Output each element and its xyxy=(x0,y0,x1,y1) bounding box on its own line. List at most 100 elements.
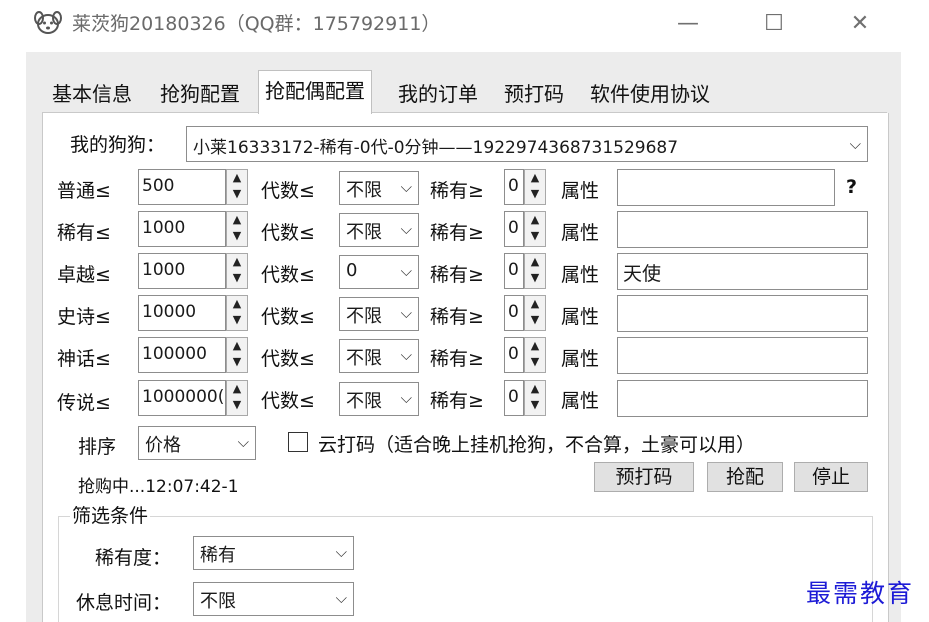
filter-rest-label: 休息时间： xyxy=(76,592,172,614)
attr-input-myth[interactable] xyxy=(617,337,868,374)
sort-label: 排序 xyxy=(78,436,117,458)
gen-label-myth: 代数≤ xyxy=(261,348,315,370)
price-spinner-common[interactable]: ▲ ▼ xyxy=(226,169,248,205)
filter-rest-select[interactable]: 不限 ⌵ xyxy=(193,582,354,616)
gen-select-myth[interactable]: 不限 ⌵ xyxy=(339,339,419,373)
grab-mate-button[interactable]: 抢配 xyxy=(707,462,783,492)
row-label-epic: 史诗≤ xyxy=(57,306,111,328)
row-label-excellent: 卓越≤ xyxy=(57,264,111,286)
rarity-spinner-rare[interactable]: ▲ ▼ xyxy=(524,211,546,247)
close-button[interactable]: ✕ xyxy=(840,8,880,40)
gen-select-rare[interactable]: 不限 ⌵ xyxy=(339,213,419,247)
rarity-input-rare[interactable]: 0 xyxy=(504,211,524,247)
rarity-label-legend: 稀有≥ xyxy=(430,390,484,412)
attr-input-rare[interactable] xyxy=(617,211,868,248)
price-spinner-legend[interactable]: ▲ ▼ xyxy=(226,380,248,416)
rarity-input-myth[interactable]: 0 xyxy=(504,337,524,373)
price-input-myth[interactable]: 100000 xyxy=(138,337,226,373)
price-input-common[interactable]: 500 xyxy=(138,169,226,205)
row-label-myth: 神话≤ xyxy=(57,348,111,370)
rarity-label-excellent: 稀有≥ xyxy=(430,264,484,286)
chevron-down-icon: ⌵ xyxy=(400,389,412,407)
dog-app-icon xyxy=(34,11,62,34)
rarity-spinner-myth[interactable]: ▲ ▼ xyxy=(524,337,546,373)
maximize-button[interactable]: ☐ xyxy=(754,8,794,40)
row-label-legend: 传说≤ xyxy=(57,392,111,414)
gen-select-epic[interactable]: 不限 ⌵ xyxy=(339,297,419,331)
chevron-down-icon: ⌵ xyxy=(849,135,861,153)
tab-software-agreement[interactable]: 软件使用协议 xyxy=(584,76,716,112)
gen-select-common[interactable]: 不限 ⌵ xyxy=(339,171,419,205)
my-dog-label: 我的狗狗： xyxy=(70,134,166,156)
price-input-rare[interactable]: 1000 xyxy=(138,211,226,247)
watermark: 最需教育 xyxy=(806,579,915,608)
gen-select-excellent[interactable]: 0 ⌵ xyxy=(339,255,419,289)
tab-pre-captcha[interactable]: 预打码 xyxy=(498,76,570,112)
attr-input-common[interactable] xyxy=(617,169,835,206)
tab-my-orders[interactable]: 我的订单 xyxy=(392,76,484,112)
attr-input-epic[interactable] xyxy=(617,295,868,332)
attr-label-legend: 属性 xyxy=(561,390,600,412)
attr-label-excellent: 属性 xyxy=(561,264,600,286)
gen-label-common: 代数≤ xyxy=(261,180,315,202)
cloud-captcha-checkbox[interactable] xyxy=(288,432,308,452)
stop-button[interactable]: 停止 xyxy=(794,462,868,492)
rarity-input-legend[interactable]: 0 xyxy=(504,380,524,416)
minimize-button[interactable]: — xyxy=(668,8,708,40)
gen-label-epic: 代数≤ xyxy=(261,306,315,328)
price-spinner-rare[interactable]: ▲ ▼ xyxy=(226,211,248,247)
attr-label-epic: 属性 xyxy=(561,306,600,328)
gen-label-rare: 代数≤ xyxy=(261,222,315,244)
price-input-excellent[interactable]: 1000 xyxy=(138,253,226,289)
filter-rarity-select[interactable]: 稀有 ⌵ xyxy=(193,536,354,570)
chevron-down-icon: ⌵ xyxy=(400,304,412,322)
chevron-down-icon: ⌵ xyxy=(400,220,412,238)
status-text: 抢购中...12:07:42-1 xyxy=(78,477,239,497)
rarity-label-myth: 稀有≥ xyxy=(430,348,484,370)
chevron-down-icon: ⌵ xyxy=(400,346,412,364)
help-icon[interactable]: ? xyxy=(846,176,857,198)
price-spinner-epic[interactable]: ▲ ▼ xyxy=(226,295,248,331)
rarity-spinner-excellent[interactable]: ▲ ▼ xyxy=(524,253,546,289)
rarity-label-rare: 稀有≥ xyxy=(430,222,484,244)
price-spinner-excellent[interactable]: ▲ ▼ xyxy=(226,253,248,289)
rarity-input-epic[interactable]: 0 xyxy=(504,295,524,331)
window-title: 莱茨狗20180326（QQ群：175792911） xyxy=(72,13,441,35)
filter-rarity-label: 稀有度： xyxy=(95,547,172,569)
filter-groupbox xyxy=(58,516,873,622)
attr-label-common: 属性 xyxy=(561,180,600,202)
rarity-spinner-epic[interactable]: ▲ ▼ xyxy=(524,295,546,331)
gen-select-legend[interactable]: 不限 ⌵ xyxy=(339,382,419,416)
tab-mate-config[interactable]: 抢配偶配置 xyxy=(258,70,372,114)
my-dog-select[interactable]: 小莱16333172-稀有-0代-0分钟——192297436873152968… xyxy=(186,126,868,162)
row-label-rare: 稀有≤ xyxy=(57,222,111,244)
tab-basic-info[interactable]: 基本信息 xyxy=(46,76,138,112)
chevron-down-icon: ⌵ xyxy=(335,543,347,561)
chevron-down-icon: ⌵ xyxy=(400,178,412,196)
chevron-down-icon: ⌵ xyxy=(335,589,347,607)
price-spinner-myth[interactable]: ▲ ▼ xyxy=(226,337,248,373)
rarity-label-epic: 稀有≥ xyxy=(430,306,484,328)
price-input-legend[interactable]: 1000000( xyxy=(138,380,226,416)
chevron-down-icon: ⌵ xyxy=(400,262,412,280)
my-dog-value: 小莱16333172-稀有-0代-0分钟——192297436873152968… xyxy=(193,138,679,158)
attr-label-rare: 属性 xyxy=(561,222,600,244)
price-input-epic[interactable]: 10000 xyxy=(138,295,226,331)
rarity-input-common[interactable]: 0 xyxy=(504,169,524,205)
attr-input-legend[interactable] xyxy=(617,380,868,417)
sort-select[interactable]: 价格 ⌵ xyxy=(138,426,256,460)
gen-label-legend: 代数≤ xyxy=(261,390,315,412)
tab-dog-config[interactable]: 抢狗配置 xyxy=(154,76,246,112)
rarity-label-common: 稀有≥ xyxy=(430,180,484,202)
filter-title: 筛选条件 xyxy=(70,501,151,528)
attr-label-myth: 属性 xyxy=(561,348,600,370)
row-label-common: 普通≤ xyxy=(57,180,111,202)
chevron-down-icon: ⌵ xyxy=(237,433,249,451)
pre-captcha-button[interactable]: 预打码 xyxy=(594,462,694,492)
rarity-spinner-common[interactable]: ▲ ▼ xyxy=(524,169,546,205)
rarity-input-excellent[interactable]: 0 xyxy=(504,253,524,289)
rarity-spinner-legend[interactable]: ▲ ▼ xyxy=(524,380,546,416)
cloud-captcha-label: 云打码（适合晚上挂机抢狗，不合算，土豪可以用） xyxy=(318,434,756,456)
attr-input-excellent[interactable]: 天使 xyxy=(617,253,868,290)
gen-label-excellent: 代数≤ xyxy=(261,264,315,286)
